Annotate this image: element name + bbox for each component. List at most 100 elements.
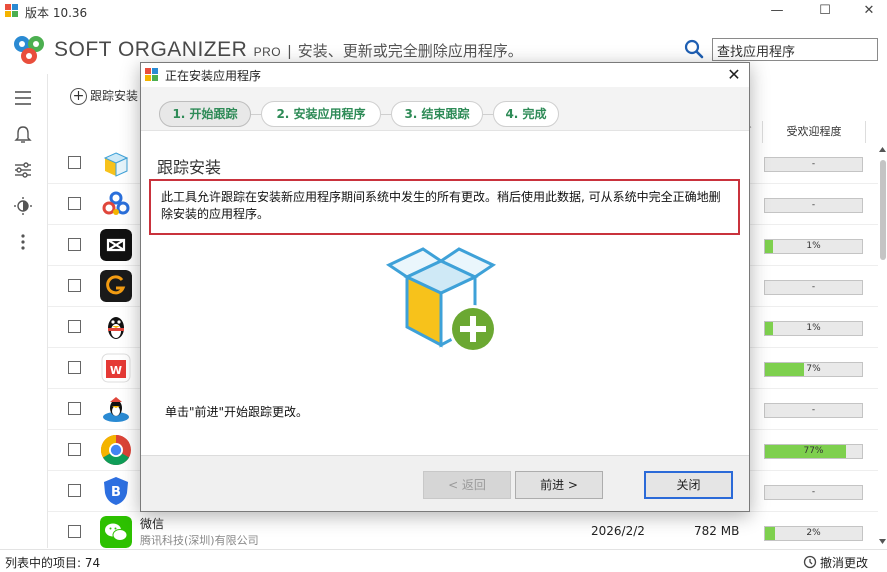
install-date: 2026/2/2	[591, 524, 645, 538]
next-button[interactable]: 前进 >	[515, 471, 603, 499]
dialog-content: 跟踪安装 此工具允许跟踪在安装新应用程序期间系统中发生的所有更改。稍后使用此数据…	[141, 131, 749, 453]
popularity-bar: 7%	[764, 362, 863, 377]
bell-icon[interactable]	[12, 123, 34, 145]
undo-changes-label: 撤消更改	[820, 556, 869, 570]
popularity-bar: 77%	[764, 444, 863, 459]
step-connector	[381, 114, 391, 115]
chrome-icon	[100, 435, 131, 466]
track-install-button[interactable]: + 跟踪安装	[70, 87, 138, 105]
popularity-value: 1%	[806, 241, 821, 251]
popularity-value: -	[811, 405, 816, 415]
undo-icon	[803, 555, 817, 569]
row-checkbox[interactable]	[68, 402, 81, 415]
install-tracking-dialog: 正在安装应用程序 ✕ 1. 开始跟踪 2. 安装应用程序 3. 结束跟踪 4. …	[140, 62, 750, 512]
theme-toggle-icon[interactable]	[12, 195, 34, 217]
dialog-button-bar: < 返回 前进 > 关闭	[141, 455, 749, 511]
row-checkbox[interactable]	[68, 525, 81, 538]
step-start-tracking: 1. 开始跟踪	[159, 101, 251, 127]
popularity-bar: -	[764, 485, 863, 500]
app-name: 微信	[140, 517, 165, 531]
brand-title: SOFT ORGANIZER PRO | 安装、更新或完全删除应用程序。	[54, 38, 523, 62]
scrollbar-thumb[interactable]	[880, 160, 886, 260]
step-finish: 4. 完成	[493, 101, 559, 127]
maximize-button[interactable]: ☐	[803, 0, 847, 22]
box-icon	[103, 152, 129, 177]
svg-text:B: B	[111, 485, 121, 500]
popularity-bar: 1%	[764, 239, 863, 254]
popularity-value: 1%	[806, 323, 821, 333]
row-checkbox[interactable]	[68, 197, 81, 210]
popularity-column-header[interactable]: 受欢迎程度	[762, 121, 866, 143]
wechat-icon	[100, 516, 132, 548]
popularity-bar: 2%	[764, 526, 863, 541]
wizard-steps: 1. 开始跟踪 2. 安装应用程序 3. 结束跟踪 4. 完成	[141, 87, 749, 131]
step-connector	[483, 114, 493, 115]
step-install-app: 2. 安装应用程序	[261, 101, 381, 127]
step-end-tracking: 3. 结束跟踪	[391, 101, 483, 127]
shield-b-icon: B	[104, 477, 128, 505]
search-input[interactable]: 查找应用程序	[712, 38, 878, 61]
window-title-bar: 版本 10.36 — ☐ ✕	[0, 0, 887, 22]
dialog-close-button[interactable]: 关闭	[644, 471, 733, 499]
popularity-value: 2%	[806, 528, 821, 538]
app-size: 782 MB	[694, 524, 740, 538]
popularity-value: -	[811, 487, 816, 497]
dialog-close-icon[interactable]: ✕	[721, 64, 747, 86]
capcut-icon	[100, 229, 132, 261]
left-sidebar	[0, 74, 48, 548]
qq-game-icon	[103, 397, 129, 422]
cluster-icon	[102, 191, 130, 215]
brand-tagline: 安装、更新或完全删除应用程序。	[297, 43, 523, 60]
description-text: 此工具允许跟踪在安装新应用程序期间系统中发生的所有更改。稍后使用此数据, 可从系…	[149, 179, 740, 235]
svg-text:W: W	[110, 364, 122, 377]
row-checkbox[interactable]	[68, 484, 81, 497]
undo-changes-button[interactable]: 撤消更改	[803, 554, 868, 571]
close-button[interactable]: ✕	[847, 0, 887, 22]
scroll-up-icon[interactable]	[878, 145, 887, 154]
popularity-bar: -	[764, 198, 863, 213]
box-add-illustration	[385, 247, 497, 353]
track-install-label: 跟踪安装	[90, 89, 139, 103]
menu-icon[interactable]	[12, 87, 34, 109]
dialog-app-icon	[145, 68, 159, 82]
popularity-value: -	[811, 282, 816, 292]
settings-sliders-icon[interactable]	[12, 159, 34, 181]
popularity-value: -	[811, 200, 816, 210]
step-connector	[251, 114, 261, 115]
row-checkbox[interactable]	[68, 156, 81, 169]
brand-suffix: PRO	[253, 45, 282, 59]
app-g-icon	[100, 270, 132, 302]
window-title: 版本 10.36	[25, 6, 88, 20]
back-button[interactable]: < 返回	[423, 471, 511, 499]
popularity-bar: -	[764, 280, 863, 295]
brand-name: SOFT ORGANIZER	[54, 38, 248, 61]
more-options-icon[interactable]	[12, 231, 34, 253]
hint-text: 单击"前进"开始跟踪更改。	[165, 405, 309, 419]
popularity-bar: 1%	[764, 321, 863, 336]
qq-penguin-icon	[108, 317, 124, 339]
dialog-title: 正在安装应用程序	[165, 69, 262, 83]
app-icon	[5, 4, 19, 18]
row-checkbox[interactable]	[68, 443, 81, 456]
popularity-value: 77%	[803, 446, 824, 456]
status-bar: 列表中的项目: 74 撤消更改	[0, 549, 887, 572]
app-publisher: 腾讯科技(深圳)有限公司	[140, 534, 259, 547]
row-checkbox[interactable]	[68, 238, 81, 251]
row-checkbox[interactable]	[68, 361, 81, 374]
popularity-value: -	[811, 159, 816, 169]
scroll-down-icon[interactable]	[878, 537, 887, 546]
section-title: 跟踪安装	[157, 158, 222, 177]
search-icon[interactable]	[684, 39, 704, 59]
row-checkbox[interactable]	[68, 320, 81, 333]
add-icon: +	[70, 88, 87, 105]
items-count: 列表中的项目: 74	[5, 556, 101, 570]
soft-organizer-logo	[14, 36, 44, 64]
popularity-bar: -	[764, 403, 863, 418]
popularity-bar: -	[764, 157, 863, 172]
row-checkbox[interactable]	[68, 279, 81, 292]
wps-icon: W	[101, 353, 131, 383]
brand-separator: |	[287, 43, 292, 60]
minimize-button[interactable]: —	[755, 0, 799, 22]
table-row[interactable]: 微信 腾讯科技(深圳)有限公司 2026/2/2 782 MB 2%	[48, 512, 878, 553]
popularity-value: 7%	[806, 364, 821, 374]
